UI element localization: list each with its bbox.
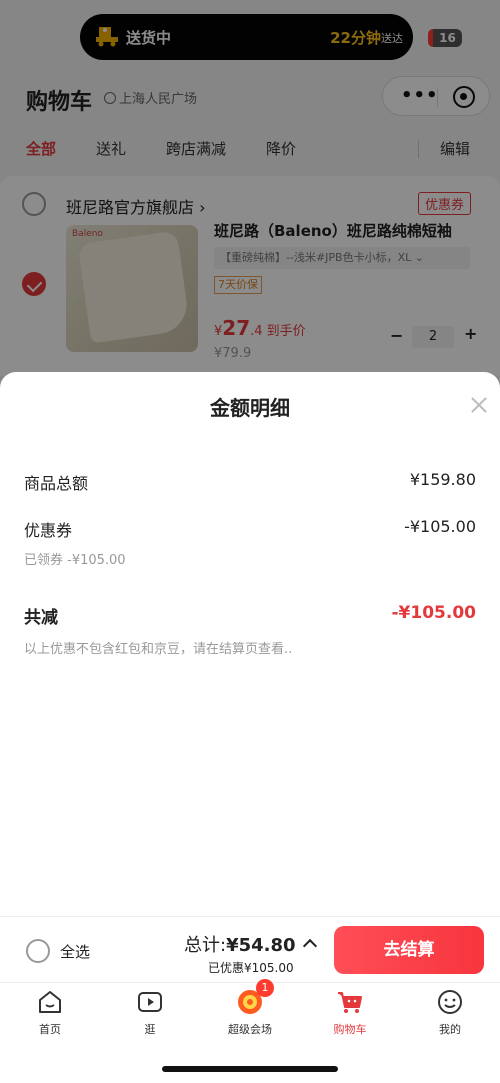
profile-icon <box>438 990 462 1014</box>
nav-venue-badge: 1 <box>256 979 274 997</box>
nav-profile-label: 我的 <box>439 1023 461 1036</box>
bottom-tab-bar: 首页 逛 1 超级会场 购物车 我的 <box>0 979 500 1043</box>
checkout-button[interactable]: 去结算 <box>334 926 484 974</box>
chevron-up-icon[interactable] <box>302 938 318 954</box>
goods-total-label: 商品总额 <box>24 474 89 493</box>
nav-super-venue[interactable]: 1 超级会场 <box>200 979 300 1043</box>
home-icon <box>39 991 61 1013</box>
total-label: 总计: <box>184 935 227 956</box>
nav-home-label: 首页 <box>39 1023 61 1036</box>
checkout-bar: 全选 总计:¥54.80 已优惠¥105.00 去结算 <box>0 916 500 982</box>
nav-browse[interactable]: 逛 <box>100 983 200 1043</box>
nav-home[interactable]: 首页 <box>0 983 100 1043</box>
modal-overlay[interactable] <box>0 0 500 390</box>
total-amount: ¥54.80 <box>226 935 296 956</box>
video-icon <box>138 992 162 1012</box>
discount-note: 以上优惠不包含红包和京豆，请在结算页查看.. <box>24 642 293 657</box>
coupon-claimed-detail: 已领券 -¥105.00 <box>24 553 126 568</box>
order-total[interactable]: 总计:¥54.80 <box>184 931 296 957</box>
total-discount-value: -¥105.00 <box>391 603 477 623</box>
discount-summary: 已优惠¥105.00 <box>208 961 294 975</box>
coupon-label: 优惠券 <box>24 521 73 540</box>
cart-icon <box>338 992 362 1013</box>
nav-cart-label: 购物车 <box>333 1023 367 1036</box>
select-all-checkbox[interactable] <box>26 939 50 963</box>
sheet-title: 金额明细 <box>210 396 290 420</box>
nav-browse-label: 逛 <box>144 1023 156 1036</box>
goods-total-value: ¥159.80 <box>409 470 476 489</box>
select-all-label[interactable]: 全选 <box>60 941 90 962</box>
nav-super-venue-label: 超级会场 <box>228 1023 272 1036</box>
nav-cart[interactable]: 购物车 <box>300 983 400 1043</box>
coupon-value: -¥105.00 <box>404 517 476 536</box>
close-icon[interactable] <box>470 396 488 414</box>
home-indicator[interactable] <box>162 1066 338 1072</box>
nav-profile[interactable]: 我的 <box>400 983 500 1043</box>
total-discount-label: 共减 <box>24 608 58 628</box>
